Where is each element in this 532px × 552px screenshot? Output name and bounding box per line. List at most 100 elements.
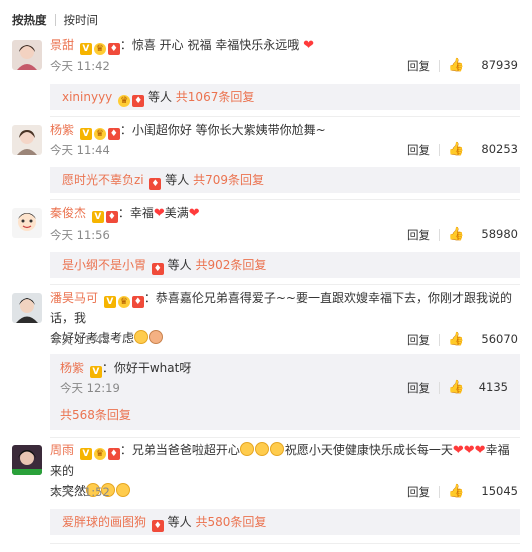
divider xyxy=(439,382,440,394)
divider xyxy=(439,229,440,241)
cry-emoji-icon xyxy=(239,442,254,456)
view-replies-link[interactable]: 共902条回复 xyxy=(196,258,267,272)
like-button[interactable]: 👍 4135 xyxy=(448,380,508,395)
vip-badge-icon: ♦ xyxy=(151,263,164,275)
comment-text-continued: 祝愿小天使健康快乐成长每一天 xyxy=(284,443,453,457)
reply-username[interactable]: 愿时光不辜负zi xyxy=(62,173,144,187)
verified-icon: V xyxy=(91,211,104,223)
avatar[interactable] xyxy=(12,445,42,475)
comment-text: ：兄弟当爸爸啦超开心 xyxy=(119,443,240,457)
username[interactable]: 潘昊马可 xyxy=(50,291,98,305)
comment-content: 秦俊杰 V ♦ ：幸福❤美满❤ xyxy=(50,203,518,224)
comment-meta: 今天 11:56 回复 👍 58980 xyxy=(50,227,518,243)
sub-reply-meta: 今天 12:19 回复 👍 4135 xyxy=(60,380,508,396)
vip-badge-icon: ♦ xyxy=(131,296,144,308)
thumb-up-icon: 👍 xyxy=(448,142,465,157)
verified-icon: V xyxy=(79,43,92,55)
thumb-up-icon: 👍 xyxy=(448,58,465,73)
crown-icon: ♛ xyxy=(93,128,106,140)
crown-icon: ♛ xyxy=(118,95,131,107)
avatar[interactable] xyxy=(12,293,42,323)
comment-meta: 今天 11:52 回复 👍 15045 xyxy=(50,484,518,500)
username[interactable]: 景甜 xyxy=(50,38,74,52)
heart-icon: ❤ xyxy=(153,206,165,221)
heart-icon: ❤❤❤ xyxy=(452,443,486,458)
comment-text: ：幸福 xyxy=(117,206,154,220)
divider xyxy=(439,334,440,346)
sort-bar: 按热度 按时间 xyxy=(0,0,532,34)
sort-by-time[interactable]: 按时间 xyxy=(64,13,99,27)
like-button[interactable]: 👍 58980 xyxy=(448,227,518,242)
timestamp: 今天 12:19 xyxy=(60,381,120,395)
heart-icon: ❤ xyxy=(303,38,315,53)
timestamp: 今天 11:56 xyxy=(50,228,110,242)
avatar[interactable] xyxy=(12,125,42,155)
divider xyxy=(439,486,440,498)
divider xyxy=(50,284,520,285)
avatar[interactable] xyxy=(12,40,42,70)
reply-summary[interactable]: 愿时光不辜负zi ♦ 等人 共709条回复 xyxy=(50,167,520,193)
reply-username[interactable]: 是小纲不是小胃 xyxy=(62,258,146,272)
thumb-up-icon: 👍 xyxy=(448,380,465,395)
thumb-up-icon: 👍 xyxy=(448,332,465,347)
vip-badge-icon: ♦ xyxy=(105,211,118,223)
divider xyxy=(439,144,440,156)
reply-others-label: 等人 xyxy=(167,258,192,272)
thumb-up-icon: 👍 xyxy=(448,227,465,242)
like-count: 80253 xyxy=(481,142,518,156)
vip-badge-icon: ♦ xyxy=(149,178,162,190)
timestamp: 今天 11:42 xyxy=(50,59,110,73)
reply-username[interactable]: 爱胖球的画图狗 xyxy=(62,515,146,529)
reply-button[interactable]: 回复 xyxy=(407,380,430,396)
reply-username[interactable]: 杨紫 xyxy=(60,361,84,375)
vip-badge-icon: ♦ xyxy=(132,95,145,107)
like-count: 87939 xyxy=(481,58,518,72)
username[interactable]: 秦俊杰 xyxy=(50,206,86,220)
sort-by-hot[interactable]: 按热度 xyxy=(12,13,47,27)
like-button[interactable]: 👍 15045 xyxy=(448,484,518,499)
view-replies-text[interactable]: 共568条回复 xyxy=(60,408,131,422)
like-button[interactable]: 👍 80253 xyxy=(448,142,518,157)
divider xyxy=(54,14,56,26)
reply-button[interactable]: 回复 xyxy=(407,332,430,348)
like-button[interactable]: 👍 56070 xyxy=(448,332,518,347)
view-replies-link[interactable]: 共709条回复 xyxy=(193,173,264,187)
comment-meta: 今天 11:44 回复 👍 56070 xyxy=(50,332,518,348)
verified-icon: V xyxy=(103,296,116,308)
reply-button[interactable]: 回复 xyxy=(407,142,430,158)
reply-button[interactable]: 回复 xyxy=(407,484,430,500)
like-count: 15045 xyxy=(481,484,518,498)
divider xyxy=(439,60,440,72)
username[interactable]: 杨紫 xyxy=(50,123,74,137)
reply-summary[interactable]: 是小纲不是小胃 ♦ 等人 共902条回复 xyxy=(50,252,520,278)
view-replies-link[interactable]: 共568条回复 xyxy=(60,406,131,424)
comment-meta: 今天 11:44 回复 👍 80253 xyxy=(50,142,518,158)
verified-icon: V xyxy=(79,128,92,140)
reply-button[interactable]: 回复 xyxy=(407,227,430,243)
sub-reply-content: 杨紫 V ：你好干what呀 xyxy=(60,359,191,378)
cry-emoji-icon xyxy=(254,442,269,456)
vip-badge-icon: ♦ xyxy=(107,43,120,55)
vip-badge-icon: ♦ xyxy=(151,520,164,532)
reply-summary[interactable]: 爱胖球的画图狗 ♦ 等人 共580条回复 xyxy=(50,509,520,535)
comment-meta: 今天 11:42 回复 👍 87939 xyxy=(50,58,518,74)
like-count: 4135 xyxy=(478,380,508,394)
comment-content: 杨紫 V ♛ ♦ ：小闺超你好 等你长大紫姨带你尬舞~ xyxy=(50,120,518,140)
cry-emoji-icon xyxy=(269,442,284,456)
reply-summary[interactable]: xininyyy ♛ ♦ 等人 共1067条回复 xyxy=(50,84,520,110)
like-button[interactable]: 👍 87939 xyxy=(448,58,518,73)
comment-text: ：小闺超你好 等你长大紫姨带你尬舞~ xyxy=(119,123,326,137)
view-replies-link[interactable]: 共580条回复 xyxy=(196,515,267,529)
reply-username[interactable]: xininyyy xyxy=(62,90,112,104)
like-count: 58980 xyxy=(481,227,518,241)
timestamp: 今天 11:44 xyxy=(50,143,110,157)
vip-badge-icon: ♦ xyxy=(107,448,120,460)
divider xyxy=(50,116,520,117)
avatar[interactable] xyxy=(12,208,42,238)
reply-button[interactable]: 回复 xyxy=(407,58,430,74)
divider xyxy=(50,543,520,544)
timestamp: 今天 11:52 xyxy=(50,485,110,499)
like-count: 56070 xyxy=(481,332,518,346)
view-replies-link[interactable]: 共1067条回复 xyxy=(176,90,255,104)
username[interactable]: 周雨 xyxy=(50,443,74,457)
